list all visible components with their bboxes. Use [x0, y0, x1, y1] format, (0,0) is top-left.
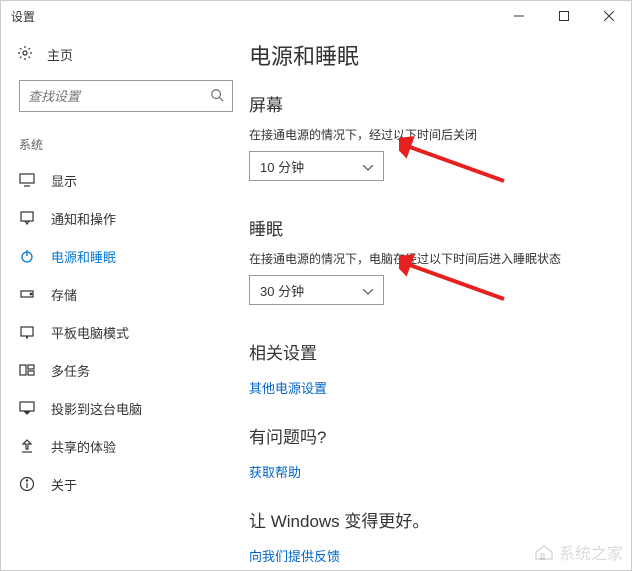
- screen-group: 屏幕 在接通电源的情况下，经过以下时间后关闭 10 分钟: [249, 91, 607, 181]
- sidebar-item-label: 通知和操作: [51, 209, 116, 228]
- window-title: 设置: [11, 8, 35, 25]
- search-icon: [210, 88, 224, 105]
- feedback-link[interactable]: 向我们提供反馈: [249, 546, 340, 565]
- section-label: 系统: [19, 136, 231, 153]
- chevron-down-icon: [363, 159, 373, 174]
- gear-icon: [17, 45, 33, 64]
- sidebar-item-label: 投影到这台电脑: [51, 399, 142, 418]
- sidebar: 主页 系统 显示 通知和操作 电源和睡眠 存储: [1, 31, 241, 570]
- screen-timeout-dropdown[interactable]: 10 分钟: [249, 151, 384, 181]
- sidebar-item-about[interactable]: 关于: [19, 465, 231, 503]
- close-button[interactable]: [586, 1, 631, 31]
- home-link[interactable]: 主页: [17, 45, 231, 64]
- watermark: 系统之家: [533, 540, 623, 564]
- sleep-label: 在接通电源的情况下，电脑在经过以下时间后进入睡眠状态: [249, 250, 607, 267]
- get-help-link[interactable]: 获取帮助: [249, 462, 301, 481]
- screen-timeout-value: 10 分钟: [260, 157, 304, 176]
- sleep-timeout-dropdown[interactable]: 30 分钟: [249, 275, 384, 305]
- sidebar-item-label: 显示: [51, 171, 77, 190]
- sidebar-item-label: 多任务: [51, 361, 90, 380]
- other-power-settings-link[interactable]: 其他电源设置: [249, 378, 327, 397]
- info-icon: [19, 476, 35, 492]
- window-controls: [496, 1, 631, 31]
- sidebar-item-label: 平板电脑模式: [51, 323, 129, 342]
- sidebar-item-label: 电源和睡眠: [51, 247, 116, 266]
- search-field[interactable]: [28, 89, 210, 104]
- sidebar-item-tablet[interactable]: 平板电脑模式: [19, 313, 231, 351]
- feedback-heading: 让 Windows 变得更好。: [249, 507, 607, 532]
- storage-icon: [19, 286, 35, 302]
- sidebar-item-label: 存储: [51, 285, 77, 304]
- related-group: 相关设置 其他电源设置: [249, 339, 607, 397]
- nav-list: 显示 通知和操作 电源和睡眠 存储 平板电脑模式 多任务: [19, 161, 231, 503]
- project-icon: [19, 400, 35, 416]
- sidebar-item-power[interactable]: 电源和睡眠: [19, 237, 231, 275]
- maximize-button[interactable]: [541, 1, 586, 31]
- chevron-down-icon: [363, 283, 373, 298]
- notification-icon: [19, 210, 35, 226]
- sleep-group: 睡眠 在接通电源的情况下，电脑在经过以下时间后进入睡眠状态 30 分钟: [249, 215, 607, 305]
- share-icon: [19, 438, 35, 454]
- search-input[interactable]: [19, 80, 233, 112]
- multitask-icon: [19, 362, 35, 378]
- related-heading: 相关设置: [249, 339, 607, 364]
- sleep-heading: 睡眠: [249, 215, 607, 240]
- help-heading: 有问题吗?: [249, 423, 607, 448]
- sleep-timeout-value: 30 分钟: [260, 281, 304, 300]
- sidebar-item-shared[interactable]: 共享的体验: [19, 427, 231, 465]
- monitor-icon: [19, 172, 35, 188]
- screen-heading: 屏幕: [249, 91, 607, 116]
- page-title: 电源和睡眠: [249, 39, 607, 71]
- sidebar-item-display[interactable]: 显示: [19, 161, 231, 199]
- main-content: 电源和睡眠 屏幕 在接通电源的情况下，经过以下时间后关闭 10 分钟 睡眠 在接…: [241, 31, 631, 570]
- minimize-button[interactable]: [496, 1, 541, 31]
- sidebar-item-projecting[interactable]: 投影到这台电脑: [19, 389, 231, 427]
- screen-label: 在接通电源的情况下，经过以下时间后关闭: [249, 126, 607, 143]
- sidebar-item-notifications[interactable]: 通知和操作: [19, 199, 231, 237]
- help-group: 有问题吗? 获取帮助: [249, 423, 607, 481]
- power-icon: [19, 248, 35, 264]
- home-label: 主页: [47, 45, 73, 64]
- sidebar-item-multitask[interactable]: 多任务: [19, 351, 231, 389]
- sidebar-item-label: 共享的体验: [51, 437, 116, 456]
- sidebar-item-storage[interactable]: 存储: [19, 275, 231, 313]
- sidebar-item-label: 关于: [51, 475, 77, 494]
- tablet-icon: [19, 324, 35, 340]
- titlebar: 设置: [1, 1, 631, 31]
